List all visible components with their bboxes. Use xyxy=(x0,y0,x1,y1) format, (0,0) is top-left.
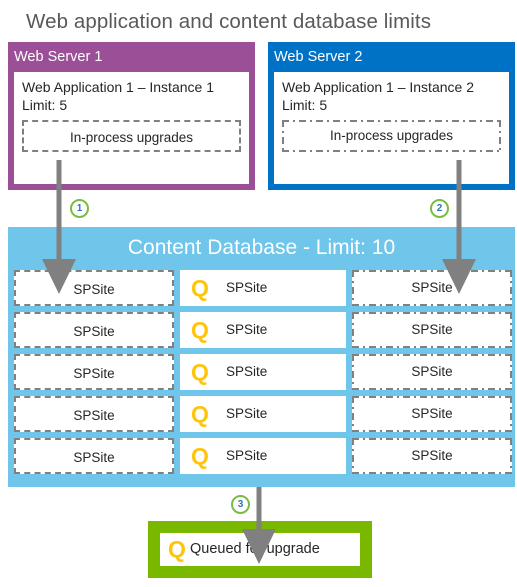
spsite-label: SPSite xyxy=(226,406,268,421)
web-application-1-instance-1-box: Web Application 1 – Instance 1 Limit: 5 … xyxy=(14,72,249,184)
web-server-2-title: Web Server 2 xyxy=(274,49,363,65)
spsite-cell: SPSite xyxy=(14,312,174,348)
spsite-row: SPSite Q SPSite SPSite xyxy=(8,312,515,348)
spsite-label: SPSite xyxy=(226,364,268,379)
spsite-cell: Q SPSite xyxy=(180,354,346,390)
spsite-label: SPSite xyxy=(226,322,268,337)
spsite-row: SPSite Q SPSite SPSite xyxy=(8,270,515,306)
spsite-grid: SPSite Q SPSite SPSite SPSite Q SPSite SPSite SP… xyxy=(8,270,515,480)
diagram-canvas: Web application and content database lim… xyxy=(0,0,517,587)
web-app-2-name: Web Application 1 – Instance 2 xyxy=(282,79,474,95)
spsite-cell: SPSite xyxy=(352,438,512,474)
spsite-cell: Q SPSite xyxy=(180,270,346,306)
step-badge-3: 3 xyxy=(231,495,250,514)
spsite-cell: SPSite xyxy=(14,396,174,432)
spsite-cell: Q SPSite xyxy=(180,438,346,474)
queued-for-upgrade-panel: Q Queued for upgrade xyxy=(148,521,372,578)
spsite-label: SPSite xyxy=(226,280,268,295)
spsite-cell: SPSite xyxy=(352,312,512,348)
web-server-2-panel: Web Server 2 Web Application 1 – Instanc… xyxy=(268,42,515,190)
spsite-cell: SPSite xyxy=(352,354,512,390)
web-app-1-name: Web Application 1 – Instance 1 xyxy=(22,79,214,95)
spsite-cell: SPSite xyxy=(14,270,174,306)
web-server-1-panel: Web Server 1 Web Application 1 – Instanc… xyxy=(8,42,255,190)
web-app-2-limit: Limit: 5 xyxy=(282,97,328,113)
spsite-label: SPSite xyxy=(226,448,268,463)
page-title: Web application and content database lim… xyxy=(26,10,432,33)
content-database-panel: Content Database - Limit: 10 SPSite Q SPSi… xyxy=(8,227,515,487)
queued-for-upgrade-label: Queued for upgrade xyxy=(190,541,320,557)
spsite-cell: Q SPSite xyxy=(180,312,346,348)
spsite-cell: Q SPSite xyxy=(180,396,346,432)
spsite-row: SPSite Q SPSite SPSite xyxy=(8,396,515,432)
queued-for-upgrade-box: Q Queued for upgrade xyxy=(160,533,360,566)
in-process-upgrades-box-1: In-process upgrades xyxy=(22,120,241,152)
step-badge-1: 1 xyxy=(70,199,89,218)
web-app-1-limit: Limit: 5 xyxy=(22,97,68,113)
spsite-row: SPSite Q SPSite SPSite xyxy=(8,354,515,390)
queue-icon: Q xyxy=(168,536,186,562)
in-process-upgrades-box-2: In-process upgrades xyxy=(282,120,501,152)
queue-icon: Q xyxy=(191,443,209,469)
step-badge-2: 2 xyxy=(430,199,449,218)
spsite-row: SPSite Q SPSite SPSite xyxy=(8,438,515,474)
content-database-title: Content Database - Limit: 10 xyxy=(127,236,396,259)
web-server-1-title: Web Server 1 xyxy=(14,49,103,65)
spsite-cell: SPSite xyxy=(352,270,512,306)
spsite-cell: SPSite xyxy=(352,396,512,432)
queue-icon: Q xyxy=(191,359,209,385)
web-application-1-instance-2-box: Web Application 1 – Instance 2 Limit: 5 … xyxy=(274,72,509,184)
queue-icon: Q xyxy=(191,401,209,427)
queue-icon: Q xyxy=(191,275,209,301)
queue-icon: Q xyxy=(191,317,209,343)
spsite-cell: SPSite xyxy=(14,438,174,474)
spsite-cell: SPSite xyxy=(14,354,174,390)
